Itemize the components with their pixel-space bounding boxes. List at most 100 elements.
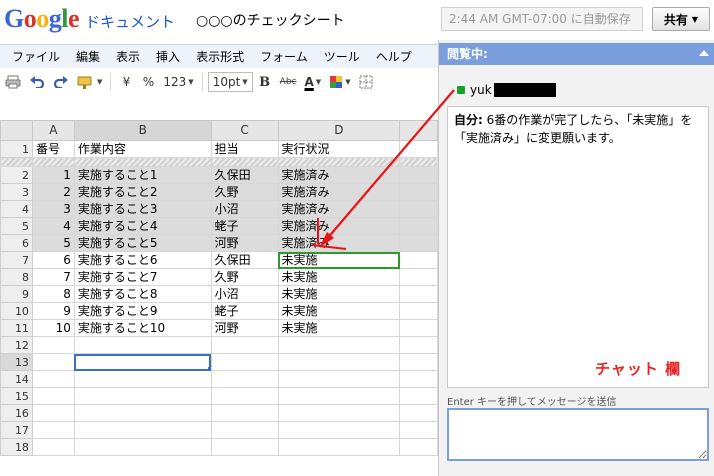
google-docs-logo[interactable]: Google ドキュメント	[4, 4, 175, 33]
table-cell-task[interactable]: 実施すること7	[73, 268, 212, 286]
table-cell[interactable]	[399, 370, 438, 388]
table-cell-task[interactable]	[73, 421, 212, 439]
row-header[interactable]: 12	[0, 336, 33, 354]
table-cell-status[interactable]	[277, 438, 401, 456]
borders-button[interactable]	[356, 71, 376, 93]
undo-button[interactable]	[26, 71, 48, 93]
table-cell[interactable]	[399, 183, 438, 201]
table-cell-owner[interactable]: 小沼	[210, 200, 279, 218]
table-cell-owner[interactable]: 蛯子	[210, 302, 279, 320]
table-cell-task[interactable]: 実施すること10	[73, 319, 212, 337]
table-cell-number[interactable]: 4	[31, 217, 75, 235]
table-cell-owner[interactable]	[210, 370, 279, 388]
menu-tools[interactable]: ツール	[316, 46, 368, 68]
table-cell-owner[interactable]: 河野	[210, 234, 279, 252]
table-cell[interactable]	[399, 234, 438, 252]
table-cell[interactable]	[399, 387, 438, 405]
table-cell-status[interactable]: 未実施	[277, 302, 401, 320]
table-cell-number[interactable]	[31, 421, 75, 439]
percent-format-button[interactable]: %	[138, 71, 158, 93]
table-cell-status[interactable]	[277, 353, 401, 371]
table-cell-status[interactable]	[277, 336, 401, 354]
chat-message-input[interactable]	[447, 408, 709, 461]
table-cell[interactable]	[399, 268, 438, 286]
table-cell[interactable]	[399, 353, 438, 371]
header-cell-number[interactable]: 番号	[31, 140, 75, 158]
table-cell-owner[interactable]	[210, 404, 279, 422]
table-cell-owner[interactable]: 久保田	[210, 166, 279, 184]
table-cell-task[interactable]	[73, 336, 212, 354]
table-cell[interactable]	[399, 217, 438, 235]
row-header[interactable]: 13	[0, 353, 33, 371]
table-cell[interactable]	[399, 302, 438, 320]
row-header[interactable]: 3	[0, 183, 33, 201]
table-cell-owner[interactable]: 久野	[210, 183, 279, 201]
font-size-select[interactable]: 10pt ▼	[207, 72, 253, 92]
table-cell[interactable]	[399, 336, 438, 354]
menu-view[interactable]: 表示	[108, 46, 148, 68]
table-cell-owner[interactable]	[210, 438, 279, 456]
table-cell-status[interactable]	[277, 404, 401, 422]
column-header-e[interactable]	[399, 120, 438, 141]
table-cell-number[interactable]: 5	[31, 234, 75, 252]
table-cell-status[interactable]: 未実施	[277, 319, 401, 337]
row-header[interactable]: 16	[0, 404, 33, 422]
row-header[interactable]: 17	[0, 421, 33, 439]
table-cell[interactable]	[399, 438, 438, 456]
chat-header[interactable]: 閲覧中:	[439, 43, 714, 65]
table-cell-number[interactable]	[31, 370, 75, 388]
table-cell-number[interactable]	[31, 353, 75, 371]
row-header[interactable]: 9	[0, 285, 33, 303]
row-header[interactable]: 2	[0, 166, 33, 184]
table-cell-task[interactable]	[73, 404, 212, 422]
row-header[interactable]: 5	[0, 217, 33, 235]
number-format-button[interactable]: 123 ▼	[160, 71, 196, 93]
table-cell-owner[interactable]	[210, 387, 279, 405]
row-header[interactable]: 6	[0, 234, 33, 252]
table-cell-status[interactable]	[277, 387, 401, 405]
table-cell-task[interactable]	[73, 370, 212, 388]
table-cell-status[interactable]: 実施済み	[277, 200, 401, 218]
redo-button[interactable]	[50, 71, 72, 93]
print-button[interactable]	[2, 71, 24, 93]
text-color-button[interactable]: A ▼	[302, 71, 325, 93]
table-cell-status[interactable]: 未実施	[277, 268, 401, 286]
table-cell-task[interactable]: 実施すること1	[73, 166, 212, 184]
row-header[interactable]: 10	[0, 302, 33, 320]
table-cell[interactable]	[399, 319, 438, 337]
document-title[interactable]: ○○○のチェックシート	[196, 10, 345, 30]
menu-file[interactable]: ファイル	[4, 46, 68, 68]
column-header-c[interactable]: C	[210, 120, 279, 141]
header-cell-task[interactable]: 作業内容	[73, 140, 212, 158]
currency-format-button[interactable]: ¥	[116, 71, 136, 93]
table-cell-status[interactable]: 実施済み	[277, 234, 401, 252]
header-cell-owner[interactable]: 担当	[210, 140, 279, 158]
chat-message-log[interactable]: 自分: 6番の作業が完了したら、「未実施」を「実施済み」に変更願います。	[447, 106, 709, 388]
table-cell-number[interactable]	[31, 387, 75, 405]
table-cell-number[interactable]	[31, 438, 75, 456]
table-cell-number[interactable]: 8	[31, 285, 75, 303]
table-cell-status[interactable]: 未実施	[277, 285, 401, 303]
menu-insert[interactable]: 挿入	[148, 46, 188, 68]
column-header-b[interactable]: B	[73, 120, 212, 141]
menu-help[interactable]: ヘルプ	[368, 46, 420, 68]
table-cell-task[interactable]: 実施すること5	[73, 234, 212, 252]
row-header[interactable]: 15	[0, 387, 33, 405]
table-cell-task[interactable]: 実施すること2	[73, 183, 212, 201]
corner-cell[interactable]	[0, 120, 33, 141]
table-cell[interactable]	[399, 285, 438, 303]
table-cell-task[interactable]: 実施すること4	[73, 217, 212, 235]
table-cell-owner[interactable]: 河野	[210, 319, 279, 337]
table-cell-owner[interactable]: 久野	[210, 268, 279, 286]
table-cell-status[interactable]: 未実施	[277, 251, 401, 269]
table-cell-task[interactable]	[73, 387, 212, 405]
table-cell-owner[interactable]: 久保田	[210, 251, 279, 269]
table-cell-number[interactable]: 9	[31, 302, 75, 320]
table-cell-task[interactable]	[73, 438, 212, 456]
table-cell-number[interactable]: 3	[31, 200, 75, 218]
row-header[interactable]: 1	[0, 140, 33, 158]
table-cell-number[interactable]	[31, 336, 75, 354]
table-cell-status[interactable]: 実施済み	[277, 183, 401, 201]
table-cell-status[interactable]: 実施済み	[277, 217, 401, 235]
table-cell-task[interactable]	[73, 353, 212, 371]
